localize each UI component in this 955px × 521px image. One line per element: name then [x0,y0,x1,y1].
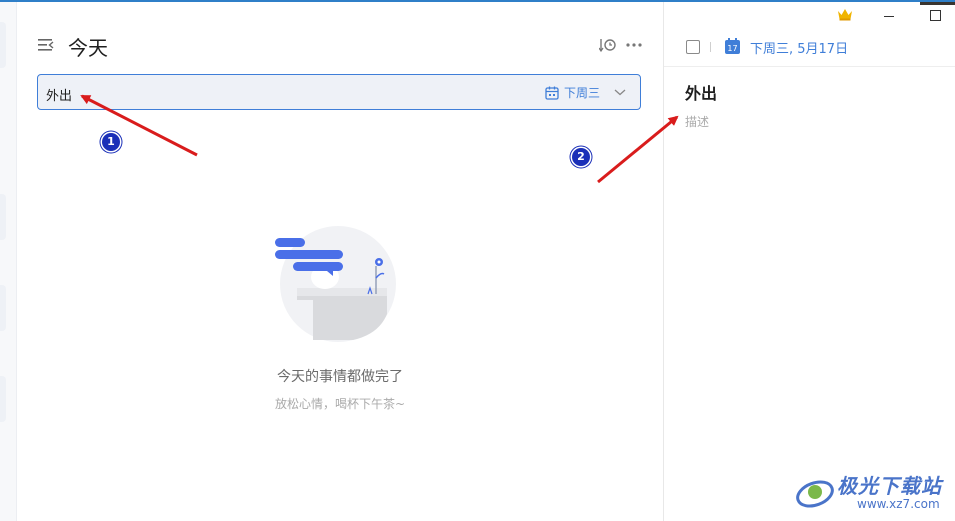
sidebar-tab[interactable] [0,285,6,331]
task-list-panel: 今天 外出 下周三 今天的事情都做完了 放松心情，喝杯下午茶~ [17,2,663,521]
maximize-icon[interactable] [930,10,941,21]
crown-icon[interactable] [837,7,853,21]
left-sidebar [0,2,17,521]
sidebar-tab[interactable] [0,22,6,68]
minimize-icon[interactable] [884,16,894,17]
detail-date[interactable]: 下周三, 5月17日 [750,38,848,57]
due-date-chip[interactable]: 下周三 [545,84,600,101]
annotation-badge-2: 2 [572,148,590,166]
detail-header-divider [664,66,955,67]
watermark-name: 极光下载站 [837,474,942,498]
empty-state-title: 今天的事情都做完了 [277,369,403,385]
watermark: 极光下载站 www.xz7.com [795,468,950,518]
separator [710,42,711,52]
annotation-badge-1: 1 [102,133,120,151]
window-controls [664,2,955,30]
calendar-day-text: 17 [727,44,737,53]
task-input[interactable]: 外出 下周三 [37,74,641,110]
watermark-url: www.xz7.com [857,497,940,511]
task-input-value[interactable]: 外出 [46,85,72,104]
detail-title[interactable]: 外出 [685,80,717,104]
checkbox-icon[interactable] [686,40,700,54]
chevron-down-icon[interactable] [614,86,626,98]
empty-state-subtitle: 放松心情，喝杯下午茶~ [274,397,406,411]
empty-state-illustration [275,226,396,342]
sidebar-tab[interactable] [0,194,6,240]
page-title: 今天 [68,36,108,60]
due-date-label: 下周三 [563,86,600,100]
window-corner [920,2,955,5]
sidebar-tab[interactable] [0,376,6,422]
sort-icon[interactable] [599,37,617,53]
calendar-icon [545,86,559,100]
description-field[interactable]: 描述 [685,113,709,130]
more-icon[interactable] [626,38,642,52]
calendar-17-icon[interactable]: 17 [725,38,740,54]
watermark-logo-icon [796,480,834,508]
menu-icon[interactable] [37,37,55,53]
task-detail-panel: 17 下周三, 5月17日 外出 描述 [664,2,955,521]
